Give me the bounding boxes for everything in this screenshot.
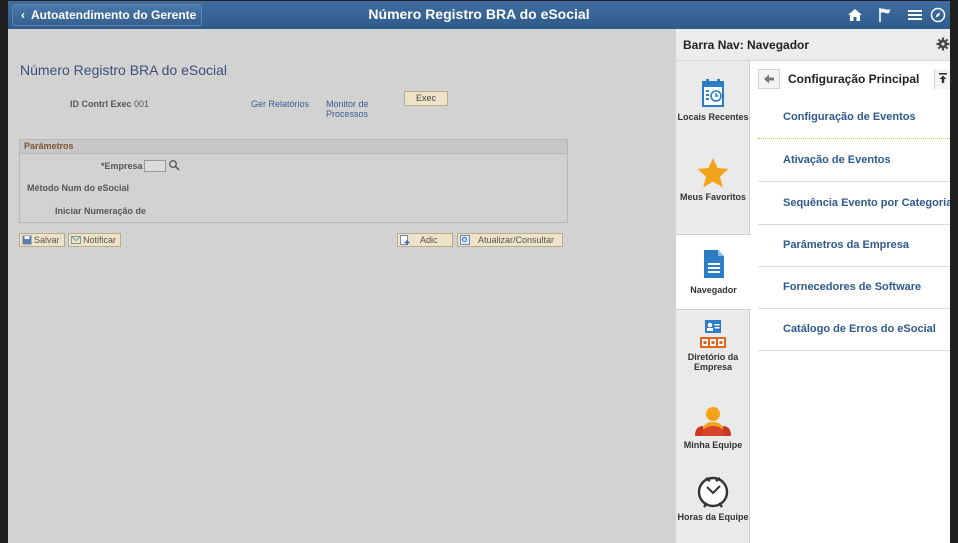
save-label: Salvar <box>34 235 60 245</box>
directory-icon <box>700 320 726 348</box>
chevron-left-icon: ‹ <box>21 8 25 22</box>
save-button[interactable]: Salvar <box>19 233 65 247</box>
list-back-button[interactable] <box>758 69 780 89</box>
add-label: Adic <box>420 235 438 245</box>
rail-item-recent-places[interactable]: Locais Recentes <box>676 77 750 153</box>
notify-label: Notificar <box>83 235 117 245</box>
nav-item-company-parameters[interactable]: Parâmetros da Empresa <box>758 225 950 267</box>
rail-item-my-team[interactable]: Minha Equipe <box>676 405 750 481</box>
list-title: Configuração Principal <box>788 72 920 86</box>
back-button-label: Autoatendimento do Gerente <box>31 8 197 22</box>
top-banner: ‹ Autoatendimento do Gerente Número Regis… <box>8 1 950 29</box>
run-control-label: ID Contrl Exec <box>70 99 132 109</box>
process-monitor-link-line1: Monitor de <box>326 99 369 109</box>
main-content: Número Registro BRA do eSocial ID Contrl… <box>8 29 676 543</box>
rail-item-company-directory[interactable]: Diretório da Empresa <box>676 319 750 395</box>
rail-item-favorites[interactable]: Meus Favoritos <box>676 157 750 233</box>
navigator-list-header: Configuração Principal <box>758 69 950 93</box>
back-button[interactable]: ‹ Autoatendimento do Gerente <box>12 4 202 26</box>
clock-icon <box>697 476 729 508</box>
nav-rail: Locais Recentes Meus Favoritos Navegador <box>676 61 751 543</box>
nav-item-error-catalog[interactable]: Catálogo de Erros do eSocial <box>758 309 950 351</box>
update-label: Atualizar/Consultar <box>478 235 555 245</box>
parameters-group: Parâmetros *Empresa Método Num do eSocia… <box>19 139 568 223</box>
team-icon <box>695 407 731 436</box>
method-label: Método Num do eSocial <box>27 183 130 193</box>
star-icon <box>697 158 729 188</box>
report-manager-link[interactable]: Ger Relatórios <box>251 99 309 109</box>
company-label: *Empresa <box>101 161 143 171</box>
home-icon[interactable] <box>840 1 870 29</box>
parameters-title: Parâmetros <box>20 140 567 154</box>
rail-label-favorites: Meus Favoritos <box>679 192 746 202</box>
process-monitor-link-line2: Processos <box>326 109 369 119</box>
rail-label-company-directory: Diretório da Empresa <box>676 352 750 372</box>
update-icon <box>460 235 470 245</box>
nav-item-event-sequence[interactable]: Sequência Evento por Categoria <box>758 183 950 225</box>
menu-icon[interactable] <box>900 1 930 29</box>
update-view-button[interactable]: Atualizar/Consultar <box>457 233 563 247</box>
exec-button[interactable]: Exec <box>404 91 448 106</box>
save-icon <box>22 235 32 245</box>
notify-icon <box>71 236 81 244</box>
process-monitor-link[interactable]: Monitor de Processos <box>326 99 369 119</box>
add-button[interactable]: Adic <box>397 233 453 247</box>
arrow-left-icon <box>764 74 774 84</box>
recent-places-icon <box>702 79 724 107</box>
rail-label-my-team: Minha Equipe <box>683 440 743 450</box>
start-label: Iniciar Numeração de <box>55 206 147 216</box>
lookup-icon[interactable] <box>168 159 180 171</box>
flag-icon[interactable] <box>870 1 900 29</box>
page-title: Número Registro BRA do eSocial <box>20 62 227 78</box>
nav-item-software-vendors[interactable]: Fornecedores de Software <box>758 267 950 309</box>
rail-label-company-directory-line2: Empresa <box>693 362 733 372</box>
nav-panel-title: Barra Nav: Navegador <box>683 38 810 52</box>
rail-label-company-directory-line1: Diretório da <box>687 352 739 362</box>
navigator-list: Configuração Principal Configuração de E… <box>758 61 950 543</box>
nav-item-event-activation[interactable]: Ativação de Eventos <box>758 140 950 182</box>
pin-top-icon <box>939 73 947 83</box>
add-icon <box>400 235 410 245</box>
compass-icon[interactable] <box>930 1 950 29</box>
banner-actions <box>840 1 950 29</box>
rail-label-team-hours: Horas da Equipe <box>677 512 749 522</box>
nav-panel-header: Barra Nav: Navegador <box>676 29 950 61</box>
company-input[interactable] <box>144 160 166 172</box>
pin-button[interactable] <box>934 69 950 89</box>
gear-icon[interactable] <box>936 37 950 51</box>
document-icon <box>703 250 724 278</box>
rail-item-navigator[interactable]: Navegador <box>676 234 751 310</box>
rail-label-recent-places: Locais Recentes <box>677 112 749 122</box>
nav-item-event-configuration[interactable]: Configuração de Eventos <box>758 97 950 139</box>
notify-button[interactable]: Notificar <box>68 233 122 247</box>
rail-label-navigator: Navegador <box>690 285 737 295</box>
rail-item-team-hours[interactable]: Horas da Equipe <box>676 473 750 543</box>
run-control-value: 001 <box>134 99 150 109</box>
navigation-panel: Barra Nav: Navegador Locais Recentes Meu… <box>676 29 950 543</box>
